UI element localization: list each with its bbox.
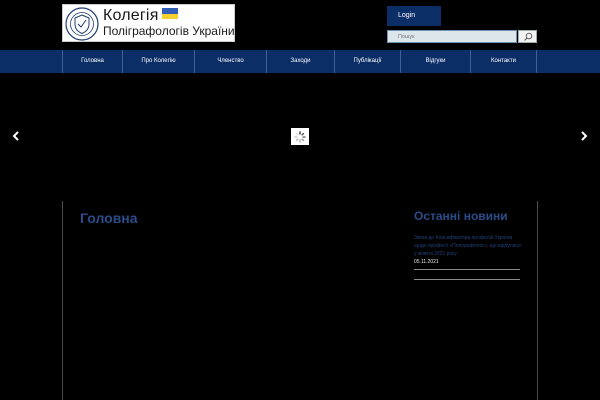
nav-item-home[interactable]: Головна	[62, 50, 122, 73]
seal-emblem-icon	[65, 7, 99, 41]
news-divider	[414, 279, 520, 280]
login-button[interactable]: Login	[387, 6, 441, 26]
slider-loader	[291, 128, 309, 145]
news-item-date: 05.11.2021	[414, 259, 439, 265]
news-item-link[interactable]: Зміни до Класифікатора професій України …	[414, 234, 522, 258]
search-input[interactable]	[387, 30, 517, 43]
search-button[interactable]	[518, 30, 537, 43]
nav-item-publications[interactable]: Публікації	[334, 50, 400, 73]
nav-item-contacts[interactable]: Контакти	[470, 50, 537, 73]
main-nav: Головна Про Колегію Членство Заходи Публ…	[0, 50, 600, 73]
spinner-icon	[294, 130, 306, 143]
nav-item-events[interactable]: Заходи	[266, 50, 334, 73]
content-divider-left	[62, 201, 63, 400]
nav-item-membership[interactable]: Членство	[194, 50, 266, 73]
nav-item-about[interactable]: Про Колегію	[122, 50, 194, 73]
news-divider	[414, 269, 520, 270]
chevron-left-icon	[12, 131, 19, 141]
page-title: Головна	[80, 210, 138, 226]
search-icon	[523, 32, 532, 41]
content-divider-right	[537, 201, 538, 400]
site-logo[interactable]: Колегія Поліграфологів України	[62, 4, 235, 42]
chevron-right-icon	[581, 131, 588, 141]
nav-item-reviews[interactable]: Відгуки	[400, 50, 470, 73]
slider-next-button[interactable]	[579, 130, 589, 142]
slider-prev-button[interactable]	[11, 130, 21, 142]
ukraine-flag-icon	[161, 8, 178, 19]
news-section-title: Останні новини	[414, 209, 508, 223]
logo-title: Колегія	[103, 7, 159, 24]
logo-subtitle: Поліграфологів України	[103, 24, 235, 38]
